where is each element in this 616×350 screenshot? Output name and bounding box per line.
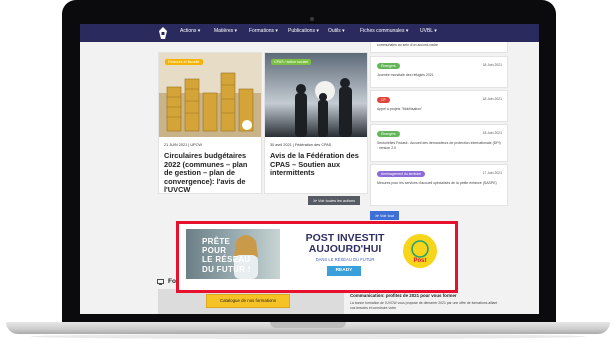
- post-logo: Post: [403, 234, 437, 268]
- ad-left-text: PRÊTE POUR LE RÉSEAU DU FUTUR !: [202, 237, 251, 274]
- nav-formations[interactable]: Formations ▾: [249, 28, 278, 34]
- browser-screen: Actions ▾ Matières ▾ Formations ▾ Public…: [80, 24, 539, 314]
- ad-headline: POST INVESTIT AUJOURD'HUI: [305, 232, 385, 255]
- news-date: 18 Juin 2021: [482, 131, 502, 135]
- all-actions-button[interactable]: ≫ Voir toutes les actions: [308, 196, 360, 205]
- ad-subline: DANS LE RÉSEAU DU FUTUR: [315, 257, 375, 262]
- nav-fiches-communales[interactable]: Fiches communales ▾: [360, 28, 408, 34]
- card-image-silhouettes: [265, 53, 367, 137]
- news-text: Sectorielles Fedasil : Accueil des deman…: [377, 141, 501, 150]
- formations-icon: [157, 279, 164, 285]
- ad-photo: PRÊTE POUR LE RÉSEAU DU FUTUR !: [186, 229, 280, 279]
- nav-actions[interactable]: Actions ▾: [180, 28, 200, 34]
- communication-text: La bonne formation de l'UVCW vous propos…: [350, 301, 498, 310]
- communication-title[interactable]: Communication: profitez de 2021 pour vou…: [350, 293, 457, 298]
- category-tag[interactable]: Finances et fiscalité: [165, 59, 203, 65]
- catalogue-button[interactable]: Catalogue de nos formations: [206, 294, 290, 308]
- card-meta: 21 JUIN 2021 | UPCW: [164, 143, 202, 147]
- news-text: Mesures pour les services d'accueil spéc…: [377, 181, 497, 185]
- news-item-partial[interactable]: communales au sein d'un accord-cadre: [370, 42, 508, 53]
- card-meta: 30 avril 2021 | Fédération des CPAS: [270, 143, 332, 147]
- main-navigation: Actions ▾ Matières ▾ Formations ▾ Public…: [80, 24, 539, 42]
- camera-dot: [310, 17, 314, 21]
- news-badge: Aménagement du territoire: [377, 171, 426, 177]
- card-image-coins: [159, 53, 261, 137]
- laptop-notch: [270, 322, 346, 328]
- post-advertisement-banner[interactable]: PRÊTE POUR LE RÉSEAU DU FUTUR ! POST INV…: [176, 221, 458, 293]
- news-badge: CP: [377, 97, 390, 103]
- svg-text:Post: Post: [413, 258, 426, 264]
- news-item[interactable]: CP 18 Juin 2021 Appel à projets "Mobilis…: [370, 90, 508, 122]
- nav-publications[interactable]: Publications ▾: [288, 28, 319, 34]
- news-text: communales au sein d'un accord-cadre: [377, 43, 438, 47]
- all-news-button[interactable]: ≫ Voir tout: [370, 211, 399, 220]
- nav-outils[interactable]: Outils ▾: [328, 28, 345, 34]
- news-text: Journée mondiale des réfugiés 2021: [377, 73, 434, 77]
- news-text: Appel à projets "Mobilisation": [377, 107, 423, 111]
- news-date: 17 Juin 2021: [482, 171, 502, 175]
- site-logo-icon[interactable]: [158, 27, 168, 39]
- news-badge: Étrangers: [377, 63, 400, 69]
- ad-ready-button[interactable]: READY: [327, 266, 361, 276]
- news-item[interactable]: Aménagement du territoire 17 Juin 2021 M…: [370, 164, 508, 206]
- news-item[interactable]: Étrangers 18 Juin 2021 Sectorielles Feda…: [370, 124, 508, 162]
- card-title[interactable]: Avis de la Fédération des CPAS – Soutien…: [270, 151, 360, 178]
- news-item[interactable]: Étrangers 18 Juin 2021 Journée mondiale …: [370, 56, 508, 88]
- card-title[interactable]: Circulaires budgétaires 2022 (communes –…: [164, 151, 254, 195]
- category-tag[interactable]: CPAS / action sociale: [271, 59, 312, 65]
- nav-matieres[interactable]: Matières ▾: [214, 28, 237, 34]
- laptop-shadow: [30, 334, 586, 339]
- article-card[interactable]: CPAS / action sociale 30 avril 2021 | Fé…: [264, 52, 368, 194]
- article-card[interactable]: Finances et fiscalité 21 JUIN 2021 | UPC…: [158, 52, 262, 194]
- news-date: 18 Juin 2021: [482, 97, 502, 101]
- news-badge: Étrangers: [377, 131, 400, 137]
- news-date: 18 Juin 2021: [482, 63, 502, 67]
- nav-uvbl[interactable]: UVBL ▾: [420, 28, 437, 34]
